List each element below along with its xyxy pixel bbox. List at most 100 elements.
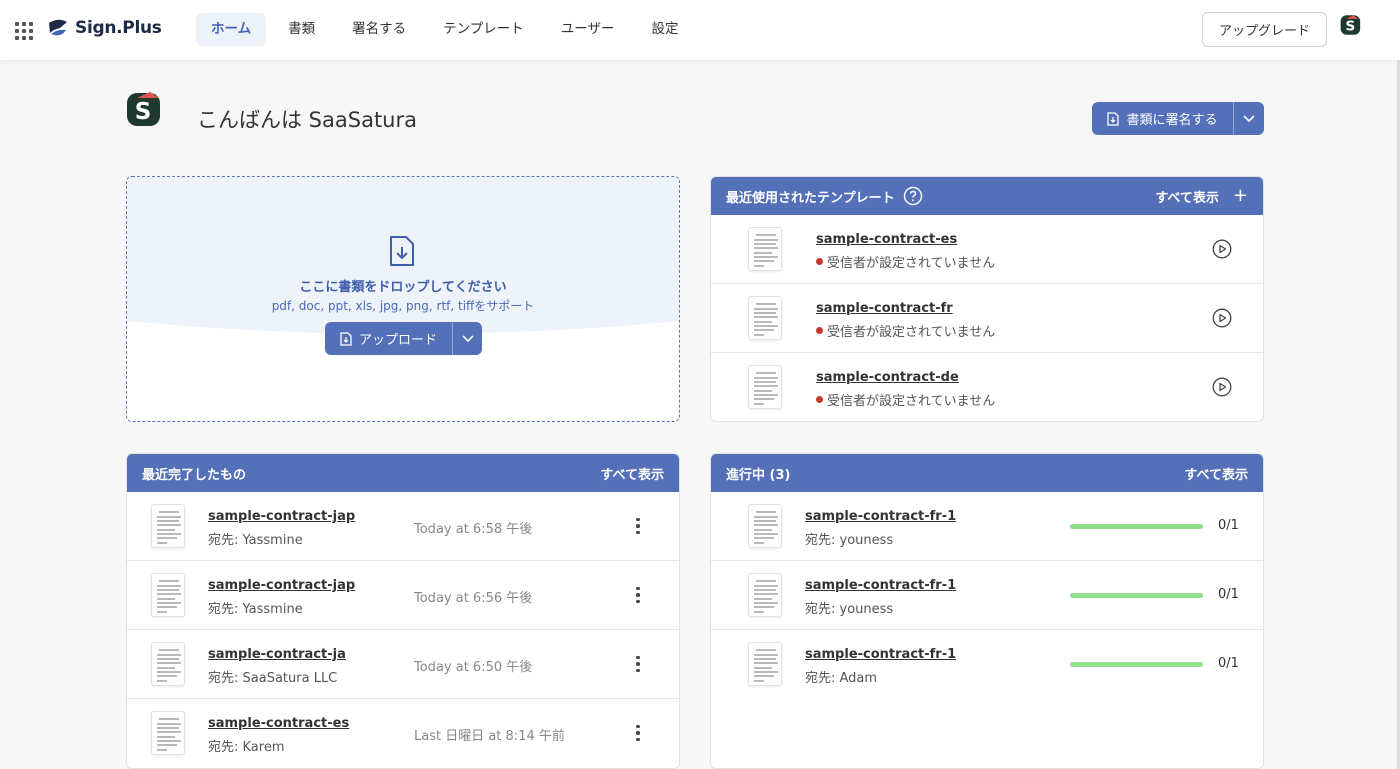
- template-status: 受信者が設定されていません: [816, 390, 995, 409]
- recipient-text: 宛先: Karem: [208, 740, 285, 755]
- completed-time: Today at 6:50 午後: [414, 660, 533, 675]
- recipient-text: 宛先: Yassmine: [208, 533, 303, 548]
- in-progress-panel: 進行中 (3) すべて表示 sample-contract-fr-1 宛先: y…: [710, 453, 1264, 769]
- recipient-text: 宛先: youness: [805, 602, 894, 617]
- chevron-down-icon: [461, 334, 474, 342]
- play-circle-icon[interactable]: [1212, 308, 1232, 328]
- template-row: sample-contract-de 受信者が設定されていません: [711, 353, 1263, 421]
- completed-view-all-link[interactable]: すべて表示: [600, 464, 664, 483]
- template-status: 受信者が設定されていません: [816, 252, 995, 271]
- grid-icon[interactable]: [15, 22, 33, 40]
- document-name-link[interactable]: sample-contract-fr-1: [805, 578, 956, 593]
- upload-label: アップロード: [358, 333, 437, 348]
- completed-time: Last 日曜日 at 8:14 午前: [414, 729, 565, 744]
- in-progress-row: sample-contract-fr-1 宛先: Adam 0/1: [711, 630, 1263, 699]
- recently-completed-title: 最近完了したもの: [142, 467, 247, 483]
- nav-templates[interactable]: テンプレート: [428, 13, 539, 46]
- template-name-link[interactable]: sample-contract-de: [816, 370, 959, 385]
- completed-time: Today at 6:58 午後: [414, 522, 533, 537]
- file-upload-icon: [1107, 111, 1120, 126]
- nav-sign[interactable]: 署名する: [337, 13, 421, 46]
- document-name-link[interactable]: sample-contract-fr-1: [805, 647, 956, 662]
- recent-templates-header: 最近使用されたテンプレート すべて表示 +: [711, 177, 1263, 215]
- document-thumbnail: [748, 227, 782, 271]
- signing-progress-bar: [1070, 524, 1203, 529]
- play-circle-icon[interactable]: [1212, 377, 1232, 397]
- plus-icon[interactable]: +: [1233, 187, 1248, 205]
- completed-row: sample-contract-jap 宛先: Yassmine Today a…: [127, 492, 679, 561]
- in-progress-header: 進行中 (3) すべて表示: [711, 454, 1263, 492]
- recent-templates-title: 最近使用されたテンプレート: [726, 190, 895, 206]
- svg-text:S: S: [1346, 20, 1356, 35]
- template-row: sample-contract-fr 受信者が設定されていません: [711, 284, 1263, 353]
- in-progress-row: sample-contract-fr-1 宛先: youness 0/1: [711, 561, 1263, 630]
- document-thumbnail: [748, 504, 782, 548]
- kebab-icon[interactable]: [628, 516, 648, 536]
- help-circle-icon[interactable]: [903, 186, 923, 206]
- template-status: 受信者が設定されていません: [816, 321, 995, 340]
- sign-document-dropdown[interactable]: [1234, 102, 1264, 135]
- sign-document-button[interactable]: 書類に署名する: [1092, 102, 1234, 135]
- recipient-text: 宛先: SaaSatura LLC: [208, 671, 338, 686]
- progress-fill: [1070, 662, 1203, 667]
- document-name-link[interactable]: sample-contract-es: [208, 716, 349, 731]
- recently-completed-panel: 最近完了したもの すべて表示 sample-contract-jap 宛先: Y…: [126, 453, 680, 769]
- sign-document-label: 書類に署名する: [1126, 113, 1218, 128]
- dropzone-title: ここに書類をドロップしてください: [299, 280, 507, 295]
- completed-row: sample-contract-es 宛先: Karem Last 日曜日 at…: [127, 699, 679, 768]
- status-dot: [816, 396, 823, 403]
- template-status-text: 受信者が設定されていません: [827, 325, 996, 340]
- kebab-icon[interactable]: [628, 585, 648, 605]
- brand-logo[interactable]: Sign.Plus: [47, 17, 162, 39]
- avatar[interactable]: S: [1340, 14, 1362, 40]
- in-progress-row: sample-contract-fr-1 宛先: youness 0/1: [711, 492, 1263, 561]
- signing-progress-bar: [1070, 593, 1203, 598]
- nav-settings[interactable]: 設定: [636, 13, 693, 46]
- kebab-icon[interactable]: [628, 723, 648, 743]
- document-name-link[interactable]: sample-contract-ja: [208, 647, 346, 662]
- template-status-text: 受信者が設定されていません: [827, 394, 996, 409]
- nav-documents[interactable]: 書類: [273, 13, 330, 46]
- document-name-link[interactable]: sample-contract-fr-1: [805, 509, 956, 524]
- main-nav: ホーム 書類 署名する テンプレート ユーザー 設定: [196, 13, 700, 46]
- page-title: こんばんは SaaSatura: [197, 108, 417, 132]
- upload-dropdown[interactable]: [453, 322, 482, 355]
- sign-document-button-group: 書類に署名する: [1092, 102, 1264, 135]
- recipient-text: 宛先: Adam: [805, 671, 878, 686]
- template-status-text: 受信者が設定されていません: [827, 256, 996, 271]
- nav-home[interactable]: ホーム: [196, 13, 267, 46]
- sign-plus-logo-icon: [49, 19, 67, 36]
- upgrade-button[interactable]: アップグレード: [1202, 12, 1327, 47]
- document-name-link[interactable]: sample-contract-jap: [208, 509, 355, 524]
- completed-time: Today at 6:56 午後: [414, 591, 533, 606]
- template-name-link[interactable]: sample-contract-fr: [816, 301, 953, 316]
- signature-count: 0/1: [1218, 587, 1239, 602]
- in-progress-title: 進行中 (3): [726, 467, 791, 483]
- document-thumbnail: [151, 711, 185, 755]
- recently-completed-header: 最近完了したもの すべて表示: [127, 454, 679, 492]
- progress-fill: [1070, 524, 1203, 529]
- upload-button[interactable]: アップロード: [325, 322, 453, 355]
- in-progress-view-all-link[interactable]: すべて表示: [1184, 464, 1248, 483]
- document-name-link[interactable]: sample-contract-jap: [208, 578, 355, 593]
- recent-templates-panel: 最近使用されたテンプレート すべて表示 + sample-contract-es…: [710, 176, 1264, 422]
- brand-name: Sign.Plus: [75, 18, 162, 38]
- document-thumbnail: [748, 642, 782, 686]
- document-thumbnail: [151, 573, 185, 617]
- avatar-logo-icon: S: [127, 92, 160, 126]
- dropzone-formats: pdf, doc, ppt, xls, jpg, png, rtf, tiffを…: [271, 299, 535, 313]
- templates-view-all-link[interactable]: すべて表示: [1155, 187, 1219, 206]
- document-thumbnail: [748, 296, 782, 340]
- upload-dropzone[interactable]: ここに書類をドロップしてください pdf, doc, ppt, xls, jpg…: [126, 176, 680, 422]
- top-navbar: Sign.Plus ホーム 書類 署名する テンプレート ユーザー 設定 アップ…: [0, 0, 1400, 60]
- document-thumbnail: [151, 642, 185, 686]
- svg-text:S: S: [135, 99, 152, 125]
- recipient-text: 宛先: youness: [805, 533, 894, 548]
- kebab-icon[interactable]: [628, 654, 648, 674]
- document-thumbnail: [748, 573, 782, 617]
- template-name-link[interactable]: sample-contract-es: [816, 232, 957, 247]
- nav-users[interactable]: ユーザー: [546, 13, 630, 46]
- file-download-icon: [390, 236, 414, 266]
- play-circle-icon[interactable]: [1212, 239, 1232, 259]
- progress-fill: [1070, 593, 1203, 598]
